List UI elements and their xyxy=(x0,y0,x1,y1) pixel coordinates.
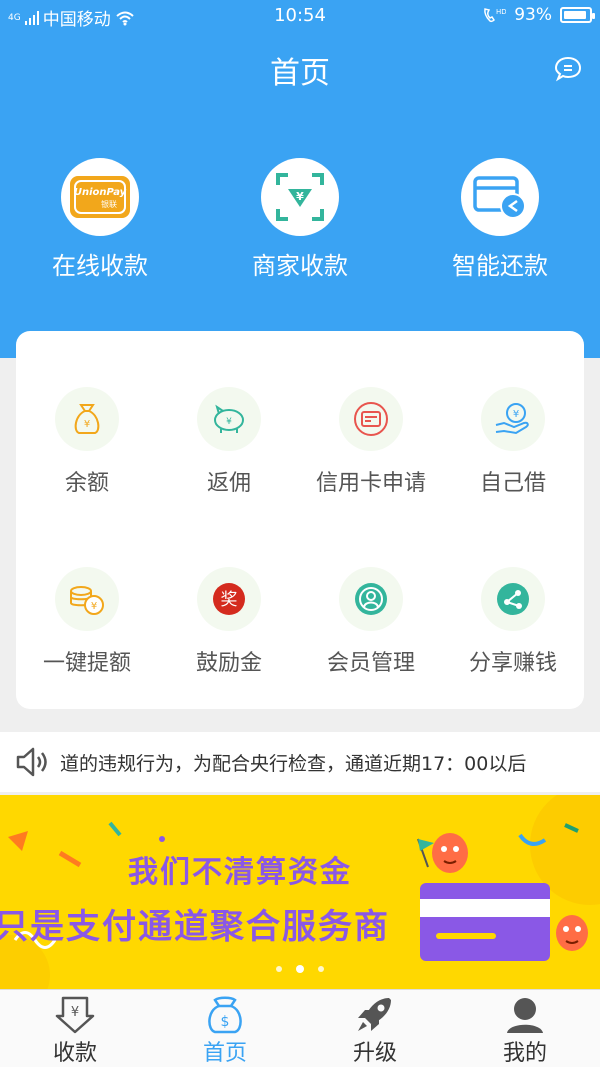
icon-circle xyxy=(339,567,403,631)
profile-icon xyxy=(507,998,543,1033)
grid-label: 自己借 xyxy=(479,471,546,496)
grid-label: 信用卡申请 xyxy=(315,471,426,496)
svg-text:HD: HD xyxy=(496,8,506,16)
phone-hd-icon: HD xyxy=(484,8,506,23)
coin-stack-icon: ¥ xyxy=(70,586,104,615)
grid-label: 余额 xyxy=(64,471,109,496)
battery-percent: 93% xyxy=(514,5,552,25)
grid-label: 返佣 xyxy=(206,471,251,496)
smart-repay-button[interactable]: 智能还款 xyxy=(400,158,600,281)
grid-item-limit-raise[interactable]: ¥ 一键提额 xyxy=(16,567,158,677)
card-repay-icon xyxy=(473,176,526,219)
tab-upgrade[interactable]: 升级 xyxy=(300,990,450,1067)
grid-item-credit-card-apply[interactable]: 信用卡申请 xyxy=(300,387,442,497)
notice-text: 道的违规行为，为配合央行检查，通道近期17：00以后 xyxy=(60,752,527,775)
svg-text:¥: ¥ xyxy=(513,409,519,420)
services-card: ¥ 余额 ¥ 返佣 信用卡申请 ¥ 自己借 ¥ 一键提额 奖 鼓励金 会员管理 … xyxy=(16,331,584,709)
speaker-icon xyxy=(16,747,47,777)
tab-label: 收款 xyxy=(52,1041,97,1066)
icon-circle: ¥ xyxy=(197,387,261,451)
svg-text:¥: ¥ xyxy=(91,601,97,612)
icon-circle: ¥ xyxy=(55,567,119,631)
grid-item-self-borrow[interactable]: ¥ 自己借 xyxy=(442,387,584,497)
qr-scan-yen-icon: ¥ xyxy=(276,173,324,221)
svg-text:UnionPay: UnionPay xyxy=(74,187,127,198)
banner-decoration xyxy=(0,795,600,989)
banner-headline: 我们不清算资金 xyxy=(128,855,352,890)
carousel-dot[interactable] xyxy=(276,966,282,972)
services-grid: ¥ 余额 ¥ 返佣 信用卡申请 ¥ 自己借 ¥ 一键提额 奖 鼓励金 会员管理 … xyxy=(16,331,584,677)
svg-text:$: $ xyxy=(221,1014,230,1030)
chat-bubble-icon[interactable] xyxy=(554,56,582,82)
merchant-payment-label: 商家收款 xyxy=(252,252,348,280)
tab-home[interactable]: $ 首页 xyxy=(150,990,300,1067)
grid-label: 会员管理 xyxy=(326,651,415,676)
piggy-bank-icon: ¥ xyxy=(214,404,244,433)
grid-label: 分享赚钱 xyxy=(468,651,557,676)
notice-bar[interactable]: 道的违规行为，为配合央行检查，通道近期17：00以后 xyxy=(0,732,600,792)
grid-label: 一键提额 xyxy=(42,651,131,676)
carousel-dot[interactable] xyxy=(296,965,304,973)
grid-label: 鼓励金 xyxy=(195,651,262,676)
top-icon-circle: UnionPay 银联 xyxy=(61,158,139,236)
share-icon xyxy=(497,583,529,615)
rocket-icon xyxy=(358,998,391,1031)
icon-circle: 奖 xyxy=(197,567,261,631)
banner-subheadline: 只是支付通道聚合服务商 xyxy=(0,907,390,947)
status-bar: 4G 中国移动 10:54 HD 93% xyxy=(0,0,600,32)
promo-banner[interactable]: 我们不清算资金 只是支付通道聚合服务商 xyxy=(0,795,600,989)
member-icon xyxy=(355,583,387,615)
svg-text:¥: ¥ xyxy=(71,1005,79,1020)
unionpay-card-icon: UnionPay 银联 xyxy=(70,176,130,218)
icon-circle xyxy=(339,387,403,451)
online-payment-button[interactable]: UnionPay 银联 在线收款 xyxy=(0,158,200,281)
icon-circle xyxy=(481,567,545,631)
hand-coin-icon: ¥ xyxy=(495,403,529,435)
top-icon-circle: ¥ xyxy=(261,158,339,236)
battery-icon xyxy=(560,7,595,23)
tab-receive[interactable]: ¥ 收款 xyxy=(0,990,150,1067)
svg-text:¥: ¥ xyxy=(84,419,90,430)
app-screen: 4G 中国移动 10:54 HD 93% 首页 UnionPay 银联 在线收款… xyxy=(0,0,600,1067)
grid-item-balance[interactable]: ¥ 余额 xyxy=(16,387,158,497)
home-moneybag-icon: $ xyxy=(208,996,242,1034)
svg-text:银联: 银联 xyxy=(101,199,117,209)
tab-mine[interactable]: 我的 xyxy=(450,990,600,1067)
grid-item-share-earn[interactable]: 分享赚钱 xyxy=(442,567,584,677)
page-title: 首页 xyxy=(270,56,330,91)
smart-repay-label: 智能还款 xyxy=(452,252,548,280)
tab-label: 首页 xyxy=(202,1041,247,1066)
credit-card-icon xyxy=(354,402,388,436)
grid-item-member-management[interactable]: 会员管理 xyxy=(300,567,442,677)
svg-text:奖: 奖 xyxy=(221,590,238,610)
reward-badge-icon: 奖 xyxy=(213,583,245,615)
icon-circle: ¥ xyxy=(55,387,119,451)
tab-label: 升级 xyxy=(352,1041,397,1066)
online-payment-label: 在线收款 xyxy=(52,252,148,280)
carousel-dots xyxy=(0,965,600,973)
icon-circle: ¥ xyxy=(481,387,545,451)
bottom-tab-bar: ¥ 收款 $ 首页 升级 我的 xyxy=(0,989,600,1067)
tab-label: 我的 xyxy=(502,1041,547,1066)
status-right: HD 93% xyxy=(482,5,595,25)
merchant-payment-button[interactable]: ¥ 商家收款 xyxy=(200,158,400,281)
battery-fill xyxy=(564,11,587,19)
carousel-dot[interactable] xyxy=(318,966,324,972)
top-actions: UnionPay 银联 在线收款 ¥ 商家收款 智能还款 xyxy=(0,158,600,281)
money-bag-icon: ¥ xyxy=(74,404,100,434)
receive-money-icon: ¥ xyxy=(55,996,95,1034)
grid-item-reward[interactable]: 奖 鼓励金 xyxy=(158,567,300,677)
svg-text:¥: ¥ xyxy=(226,417,232,427)
top-icon-circle xyxy=(461,158,539,236)
grid-item-commission[interactable]: ¥ 返佣 xyxy=(158,387,300,497)
svg-text:¥: ¥ xyxy=(296,190,304,203)
